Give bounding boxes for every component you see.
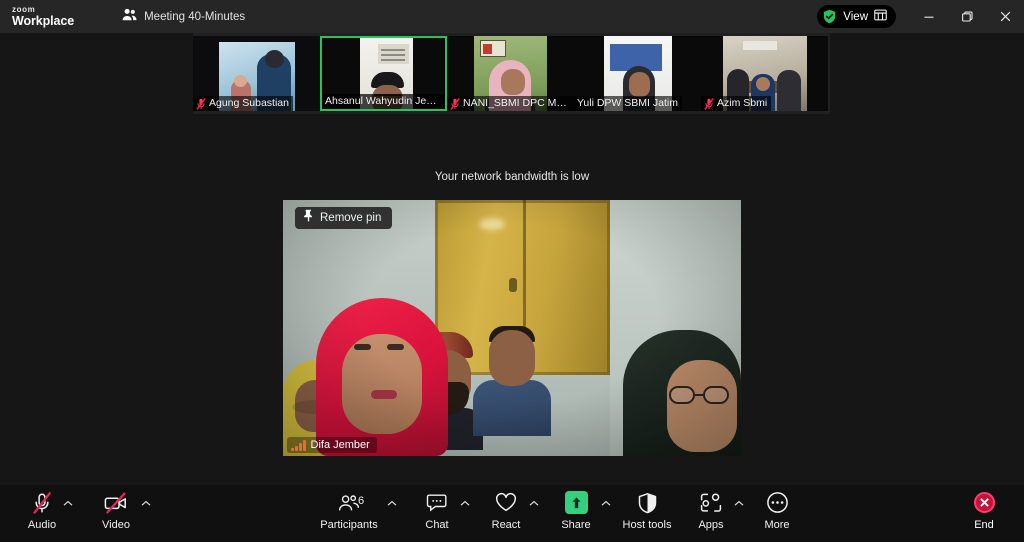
microphone-muted-icon[interactable] bbox=[29, 489, 55, 516]
weak-signal-bars-icon bbox=[291, 439, 306, 451]
zoom-workplace-logo: zoom Workplace bbox=[12, 4, 75, 28]
share-options-caret[interactable] bbox=[600, 497, 612, 509]
title-bar: zoom Workplace Meeting 40-Minutes View bbox=[0, 0, 1024, 33]
chat-options-caret[interactable] bbox=[459, 497, 471, 509]
thumbnail-name-text: NANI_SBMI DPC MAL... bbox=[463, 97, 570, 109]
logo-workplace-text: Workplace bbox=[12, 13, 75, 28]
grid-layout-icon[interactable] bbox=[874, 8, 887, 26]
heart-icon[interactable] bbox=[494, 489, 518, 516]
participants-button[interactable]: Participants bbox=[317, 489, 381, 531]
thumbnail-name-badge: NANI_SBMI DPC MAL... bbox=[447, 96, 574, 111]
end-call-label: End bbox=[974, 519, 994, 531]
thumbnail-name-text: Yuli DPW SBMI Jatim bbox=[577, 97, 678, 109]
stage-name-text: Difa Jember bbox=[310, 439, 370, 451]
video-options-caret[interactable] bbox=[140, 497, 152, 509]
share-button[interactable]: Share bbox=[544, 489, 608, 531]
view-button-label: View bbox=[843, 10, 868, 23]
filmstrip-thumbnail[interactable]: NANI_SBMI DPC MAL... bbox=[447, 36, 574, 111]
end-call-button[interactable]: End bbox=[952, 489, 1016, 531]
host-tools-button[interactable]: Host tools bbox=[615, 489, 679, 531]
remove-pin-button[interactable]: Remove pin bbox=[295, 207, 393, 229]
logo-zoom-text: zoom bbox=[12, 4, 36, 14]
filmstrip-thumbnail[interactable]: Azim Sbmi bbox=[701, 36, 828, 111]
stage-name-badge: Difa Jember bbox=[287, 437, 377, 453]
meeting-title-chip[interactable]: Meeting 40-Minutes bbox=[116, 5, 251, 29]
chat-button[interactable]: Chat bbox=[405, 489, 469, 531]
green-shield-check-icon[interactable] bbox=[822, 9, 837, 24]
window-controls-group: View bbox=[817, 0, 1024, 33]
audio-options-caret[interactable] bbox=[62, 497, 74, 509]
apps-options-caret[interactable] bbox=[733, 497, 745, 509]
microphone-muted-icon bbox=[196, 97, 206, 110]
meeting-toolbar: Audio Video Participants 6 Chat React Sh… bbox=[0, 485, 1024, 542]
more-ellipsis-icon[interactable] bbox=[766, 489, 789, 516]
minimize-button[interactable] bbox=[910, 0, 948, 33]
maximize-button[interactable] bbox=[948, 0, 986, 33]
apps-icon[interactable] bbox=[699, 489, 723, 516]
more-button[interactable]: More bbox=[745, 489, 809, 531]
chat-bubble-icon[interactable] bbox=[426, 489, 448, 516]
participants-label: Participants bbox=[320, 519, 378, 531]
filmstrip-thumbnail-active-speaker[interactable]: Ahsanul Wahyudin Jember bbox=[320, 36, 447, 111]
audio-button[interactable]: Audio bbox=[10, 489, 74, 531]
pinned-video-stage[interactable]: Remove pin Difa Jember bbox=[283, 200, 741, 456]
share-label: Share bbox=[561, 519, 591, 531]
shield-icon[interactable] bbox=[637, 489, 658, 516]
filmstrip-thumbnail[interactable]: Agung Subastian bbox=[193, 36, 320, 111]
network-bandwidth-notice: Your network bandwidth is low bbox=[434, 171, 590, 183]
filmstrip-thumbnail[interactable]: Yuli DPW SBMI Jatim bbox=[574, 36, 701, 111]
meeting-title-text: Meeting 40-Minutes bbox=[144, 10, 246, 23]
participants-options-caret[interactable] bbox=[386, 497, 398, 509]
thumbnail-name-badge: Agung Subastian bbox=[193, 96, 293, 111]
thumbnail-name-text: Azim Sbmi bbox=[717, 97, 768, 109]
host-tools-label: Host tools bbox=[622, 519, 672, 531]
react-label: React bbox=[491, 519, 521, 531]
zoom-meeting-window: zoom Workplace Meeting 40-Minutes View A… bbox=[0, 0, 1024, 542]
audio-label: Audio bbox=[27, 519, 57, 531]
react-options-caret[interactable] bbox=[528, 497, 540, 509]
video-label: Video bbox=[102, 519, 130, 531]
share-screen-icon[interactable] bbox=[564, 489, 588, 516]
view-button[interactable]: View bbox=[817, 5, 896, 28]
end-call-icon[interactable] bbox=[973, 489, 995, 516]
thumbnail-name-badge: Ahsanul Wahyudin Jember bbox=[322, 94, 445, 109]
video-button[interactable]: Video bbox=[84, 489, 148, 531]
camera-muted-icon[interactable] bbox=[102, 489, 130, 516]
react-button[interactable]: React bbox=[474, 489, 538, 531]
thumbnail-name-badge: Azim Sbmi bbox=[701, 96, 772, 111]
more-label: More bbox=[764, 519, 790, 531]
close-button[interactable] bbox=[986, 0, 1024, 33]
thumbnail-name-text: Ahsanul Wahyudin Jember bbox=[325, 95, 441, 107]
chat-label: Chat bbox=[425, 519, 449, 531]
participants-count: 6 bbox=[358, 495, 365, 507]
apps-label: Apps bbox=[698, 519, 724, 531]
participant-filmstrip[interactable]: Agung Subastian Ahsanul Wahyudin Jember bbox=[193, 33, 830, 114]
microphone-muted-icon bbox=[704, 97, 714, 110]
stage-video-frame bbox=[283, 200, 741, 456]
pin-icon bbox=[303, 209, 314, 227]
thumbnail-name-text: Agung Subastian bbox=[209, 97, 289, 109]
apps-button[interactable]: Apps bbox=[679, 489, 743, 531]
microphone-muted-icon bbox=[450, 97, 460, 110]
thumbnail-name-badge: Yuli DPW SBMI Jatim bbox=[574, 96, 682, 111]
remove-pin-label: Remove pin bbox=[320, 212, 382, 224]
participants-group-icon bbox=[122, 8, 137, 26]
